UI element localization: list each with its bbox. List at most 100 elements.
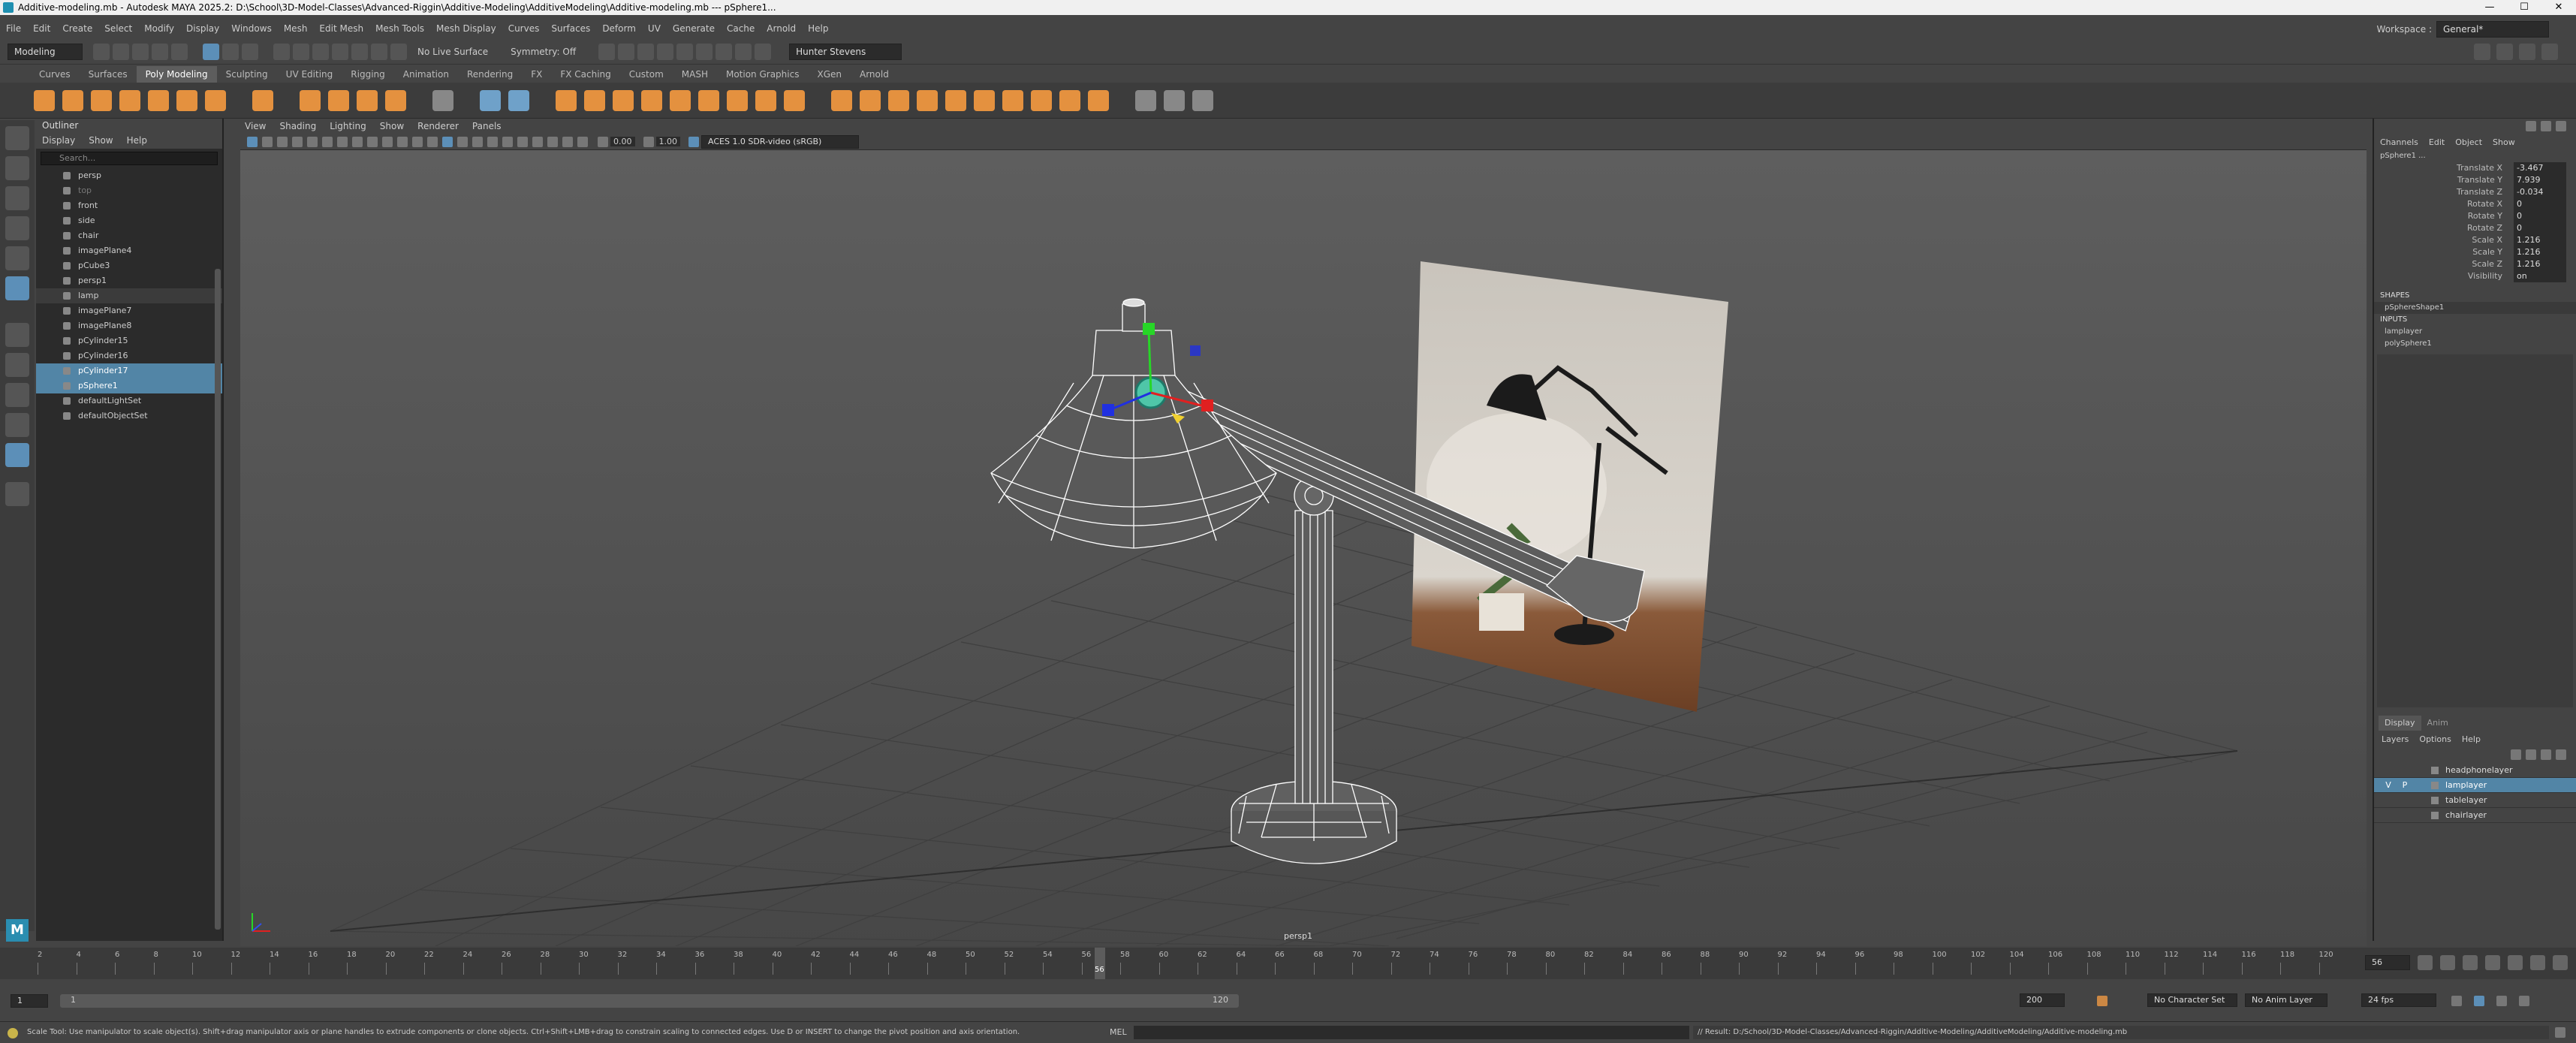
boolean-union-icon[interactable]	[556, 89, 577, 111]
shelf-tab-motion-graphics[interactable]: Motion Graphics	[717, 66, 809, 83]
viewport-menu-show[interactable]: Show	[380, 119, 404, 134]
render-current-frame-icon[interactable]	[618, 43, 635, 60]
shelf-tab-custom[interactable]: Custom	[620, 66, 673, 83]
channel-value[interactable]: on	[2514, 270, 2566, 282]
layer-color-icon[interactable]	[2431, 812, 2439, 819]
channel-row-scale-z[interactable]: Scale Z 1.216	[2374, 258, 2576, 270]
layer-color-icon[interactable]	[2431, 782, 2439, 789]
channel-value[interactable]: 7.939	[2514, 174, 2566, 186]
merge-icon[interactable]	[1031, 89, 1052, 111]
scale-tool-icon[interactable]	[5, 276, 29, 300]
script-editor-icon[interactable]	[2555, 1027, 2565, 1038]
lasso-tool-icon[interactable]	[5, 156, 29, 180]
attribute-editor-icon[interactable]	[2519, 44, 2535, 60]
bridge-icon[interactable]	[860, 89, 881, 111]
retopo-icon[interactable]	[784, 89, 805, 111]
outliner-item-front[interactable]: front	[36, 198, 222, 213]
arnold-render-icon[interactable]	[716, 43, 733, 60]
outliner-item-lamp[interactable]: lamp	[36, 288, 222, 303]
gamma-field[interactable]: 1.00	[655, 137, 680, 146]
smooth-shade-icon[interactable]	[427, 136, 438, 147]
step-back-key-icon[interactable]	[2440, 955, 2455, 970]
snap-surface-icon[interactable]	[351, 43, 368, 60]
menu-mesh[interactable]: Mesh	[284, 23, 308, 34]
layer-menu-options[interactable]: Options	[2419, 734, 2451, 744]
channel-menu-show[interactable]: Show	[2493, 137, 2515, 147]
safe-action-icon[interactable]	[382, 136, 393, 147]
loop-icon[interactable]	[2451, 996, 2462, 1006]
outliner-item-persp[interactable]: persp	[36, 168, 222, 183]
view-transform-dropdown[interactable]: ACES 1.0 SDR-video (sRGB)	[701, 134, 859, 149]
layer-move-down-icon[interactable]	[2526, 749, 2536, 760]
textured-icon[interactable]	[457, 136, 468, 147]
menu-generate[interactable]: Generate	[673, 23, 715, 34]
mirror-icon[interactable]	[698, 89, 719, 111]
shelf-tab-rendering[interactable]: Rendering	[458, 66, 522, 83]
layer-row-chairlayer[interactable]: chairlayer	[2374, 808, 2576, 823]
layer-move-up-icon[interactable]	[2511, 749, 2521, 760]
outliner-scrollbar[interactable]	[215, 269, 221, 930]
menu-deform[interactable]: Deform	[602, 23, 636, 34]
select-tool-icon[interactable]	[5, 126, 29, 150]
shelf-tab-surfaces[interactable]: Surfaces	[80, 66, 137, 83]
channel-menu-object[interactable]: Object	[2455, 137, 2482, 147]
layer-color-icon[interactable]	[2431, 797, 2439, 804]
poly-cone-icon[interactable]	[119, 89, 140, 111]
poly-text-icon[interactable]	[357, 89, 378, 111]
outliner-item-pcube3[interactable]: pCube3	[36, 258, 222, 273]
render-settings-icon[interactable]	[657, 43, 674, 60]
ipr-render-icon[interactable]	[637, 43, 655, 60]
snap-point-icon[interactable]	[312, 43, 329, 60]
safe-title-icon[interactable]	[397, 136, 408, 147]
viewport-menu-view[interactable]: View	[245, 119, 266, 134]
menu-modify[interactable]: Modify	[144, 23, 174, 34]
go-to-end-icon[interactable]	[2553, 955, 2568, 970]
menu-edit[interactable]: Edit	[33, 23, 50, 34]
layer-visibility-toggle[interactable]: V	[2383, 778, 2394, 793]
menu-cache[interactable]: Cache	[727, 23, 755, 34]
boolean-difference-icon[interactable]	[584, 89, 605, 111]
lights-icon[interactable]	[472, 136, 483, 147]
input-item-lamplayer[interactable]: lamplayer	[2374, 326, 2576, 338]
magnet-icon[interactable]	[390, 43, 407, 60]
shelf-tab-poly-modeling[interactable]: Poly Modeling	[136, 66, 217, 83]
input-item-polysphere1[interactable]: polySphere1	[2374, 338, 2576, 350]
select-component-icon[interactable]	[242, 43, 258, 60]
shelf-tab-animation[interactable]: Animation	[394, 66, 458, 83]
shape-item[interactable]: pSphereShape1	[2374, 302, 2576, 314]
play-icon[interactable]	[735, 43, 752, 60]
outliner-layout-icon[interactable]	[5, 443, 29, 467]
quad-draw-icon[interactable]	[1135, 89, 1156, 111]
render-view-icon[interactable]	[696, 43, 713, 60]
maya-home-icon[interactable]: M	[6, 919, 29, 942]
command-input[interactable]	[1134, 1026, 1689, 1039]
poly-cylinder-icon[interactable]	[91, 89, 112, 111]
redo-icon[interactable]	[171, 43, 188, 60]
persp-outliner-layout-icon[interactable]	[5, 413, 29, 437]
outliner-item-persp1[interactable]: persp1	[36, 273, 222, 288]
menu-uv[interactable]: UV	[648, 23, 661, 34]
user-account-dropdown[interactable]: Hunter Stevens	[789, 43, 902, 60]
snap-grid-icon[interactable]	[273, 43, 290, 60]
gamma-icon[interactable]	[643, 136, 654, 147]
connect-icon[interactable]	[1088, 89, 1109, 111]
channel-value[interactable]: -0.034	[2514, 186, 2566, 198]
layer-row-tablelayer[interactable]: tablelayer	[2374, 793, 2576, 808]
color-management-icon[interactable]	[688, 136, 699, 147]
target-weld-icon[interactable]	[1002, 89, 1023, 111]
menu-select[interactable]: Select	[104, 23, 132, 34]
new-layer-selected-icon[interactable]	[2556, 749, 2566, 760]
slide-edge-icon[interactable]	[1164, 89, 1185, 111]
super-shape-icon[interactable]	[300, 89, 321, 111]
layer-menu-help[interactable]: Help	[2462, 734, 2481, 744]
collapse-icon[interactable]	[1059, 89, 1080, 111]
maximize-button[interactable]: ☐	[2507, 0, 2541, 15]
workspace-dropdown[interactable]: General*	[2436, 21, 2549, 38]
play-forward-icon[interactable]	[2508, 955, 2523, 970]
outliner-item-pcylinder16[interactable]: pCylinder16	[36, 348, 222, 363]
mel-button[interactable]: MEL	[1110, 1022, 1127, 1043]
ambient-occlusion-icon[interactable]	[502, 136, 513, 147]
character-set-dropdown[interactable]: No Character Set	[2147, 993, 2237, 1007]
sound-icon[interactable]	[2496, 996, 2507, 1006]
svg-icon[interactable]	[385, 89, 406, 111]
